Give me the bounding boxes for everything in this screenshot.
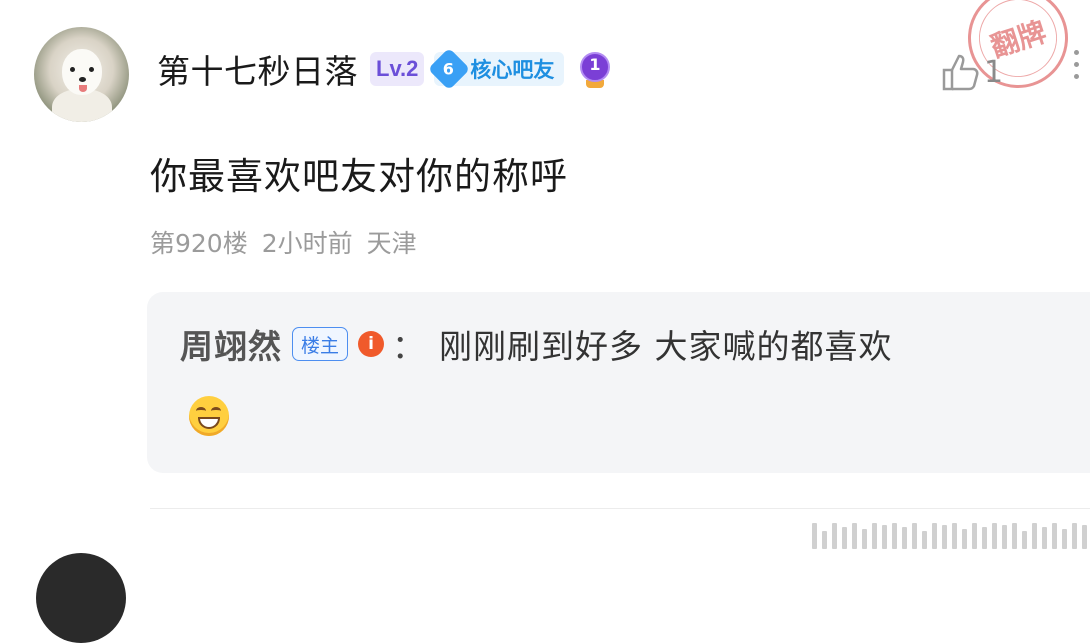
next-avatar[interactable] (36, 553, 126, 643)
owner-badge: 楼主 (292, 327, 349, 361)
like-count: 1 (984, 54, 1004, 90)
post-location: 天津 (366, 229, 417, 258)
avatar[interactable] (34, 27, 129, 122)
divider (150, 508, 1090, 509)
level-badge[interactable]: Lv.2 (370, 52, 425, 86)
grin-emoji-icon (189, 396, 229, 436)
post-time: 2小时前 (261, 229, 353, 258)
core-member-badge[interactable]: 6 核心吧友 (428, 47, 565, 91)
reply-author[interactable]: 周翊然 (180, 320, 282, 368)
post-meta: 第920楼 2小时前 天津 (150, 224, 417, 260)
core-level-icon: 6 (428, 47, 471, 91)
like-icon (942, 54, 979, 91)
signature-bars (812, 523, 1090, 549)
username[interactable]: 第十七秒日落 (157, 45, 358, 93)
more-icon[interactable] (1071, 50, 1081, 79)
like-button[interactable]: 1 (940, 52, 1003, 92)
reply-colon: ： (392, 327, 426, 366)
core-member-label: 核心吧友 (470, 58, 555, 82)
reply-box[interactable]: 周翊然 楼主 i ： 刚刚刷到好多 大家喊的都喜欢 (147, 292, 1090, 473)
post-content: 你最喜欢吧友对你的称呼 (150, 155, 568, 198)
medal-icon[interactable]: 1 (578, 50, 612, 88)
floor-number: 第920楼 (150, 229, 248, 258)
info-icon: i (358, 331, 385, 357)
post-header: 第十七秒日落 Lv.2 6 核心吧友 1 (157, 45, 612, 93)
reply-text: 刚刚刷到好多 大家喊的都喜欢 (439, 327, 893, 366)
